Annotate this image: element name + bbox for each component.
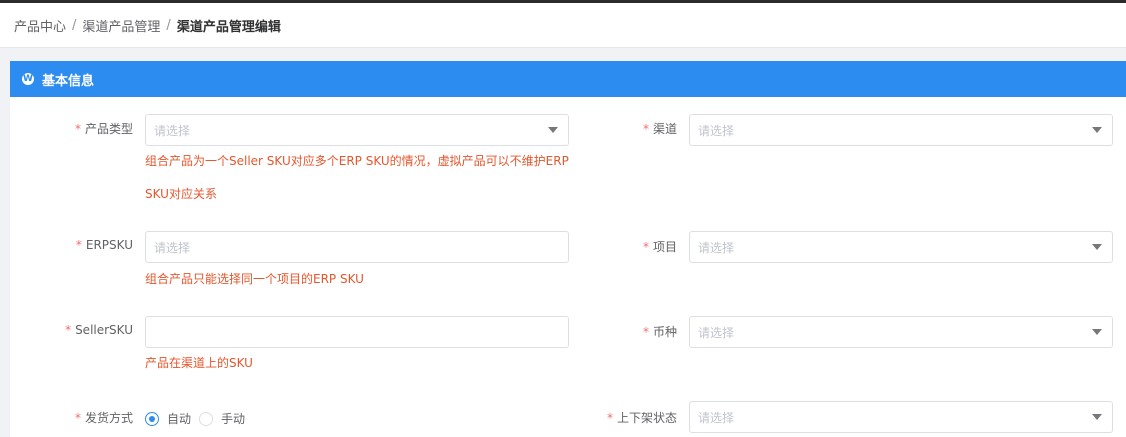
sellersku-label: * SellerSKU: [50, 323, 133, 337]
panel-title: 基本信息: [42, 73, 95, 89]
breadcrumb-separator: /: [166, 17, 171, 33]
chevron-down-icon: [1092, 414, 1102, 420]
project-label-text: 项目: [652, 240, 677, 254]
erpsku-select[interactable]: 请选择: [145, 231, 569, 263]
sellersku-hint: 产品在渠道上的SKU: [145, 356, 253, 370]
breadcrumb-separator: /: [72, 17, 77, 33]
product-type-label: * 产品类型: [70, 120, 133, 137]
required-mark: *: [642, 325, 649, 339]
panel-header: W 基本信息: [10, 61, 1126, 97]
required-mark: *: [74, 122, 81, 136]
radio-unchecked-icon[interactable]: [199, 411, 213, 426]
product-type-select[interactable]: 请选择: [145, 114, 569, 146]
erpsku-label: * ERPSKU: [50, 238, 133, 252]
erpsku-hint: 组合产品只能选择同一个项目的ERP SKU: [145, 272, 364, 286]
required-mark: *: [606, 411, 613, 425]
chevron-down-icon: [548, 127, 558, 133]
project-select[interactable]: 请选择: [689, 231, 1113, 263]
currency-placeholder: 请选择: [698, 325, 735, 340]
shipping-label-text: 发货方式: [84, 411, 133, 425]
listing-status-select[interactable]: 请选择: [689, 401, 1113, 433]
product-type-label-text: 产品类型: [84, 122, 133, 136]
shipping-label: * 发货方式: [50, 409, 133, 426]
channel-select[interactable]: 请选择: [689, 114, 1113, 146]
listing-status-label-text: 上下架状态: [616, 411, 677, 425]
project-placeholder: 请选择: [698, 240, 735, 255]
required-mark: *: [642, 122, 649, 136]
breadcrumb-item-current: 渠道产品管理编辑: [176, 19, 281, 35]
breadcrumb: 产品中心 / 渠道产品管理 / 渠道产品管理编辑: [0, 3, 1126, 48]
required-mark: *: [75, 238, 82, 252]
product-type-hint-line1: 组合产品为一个Seller SKU对应多个ERP SKU的情况，虚拟产品可以不维…: [145, 154, 569, 168]
shipping-option-auto[interactable]: 自动: [145, 410, 191, 427]
basic-info-panel: W 基本信息 * 产品类型 请选择 组合产品为一个Seller SKU对应多个ER…: [10, 61, 1126, 437]
shipping-option-auto-label: 自动: [167, 412, 192, 426]
sellersku-label-text: SellerSKU: [75, 323, 133, 337]
required-mark: *: [642, 240, 649, 254]
shipping-option-manual-label: 手动: [221, 412, 246, 426]
erpsku-placeholder: 请选择: [154, 240, 191, 255]
radio-checked-icon[interactable]: [145, 411, 159, 426]
required-mark: *: [74, 411, 81, 425]
currency-label-text: 币种: [652, 325, 677, 339]
erpsku-label-text: ERPSKU: [85, 238, 133, 252]
channel-placeholder: 请选择: [698, 123, 735, 138]
breadcrumb-item-product-center[interactable]: 产品中心: [14, 16, 66, 35]
project-label: * 项目: [610, 238, 677, 255]
currency-label: * 币种: [610, 323, 677, 340]
sellersku-input[interactable]: [145, 316, 569, 348]
listing-status-label: * 上下架状态: [590, 409, 677, 426]
required-mark: *: [65, 323, 72, 337]
breadcrumb-item-channel-product-mgmt[interactable]: 渠道产品管理: [82, 16, 160, 35]
product-type-placeholder: 请选择: [154, 123, 191, 138]
wordpress-icon: W: [22, 73, 34, 85]
listing-status-placeholder: 请选择: [698, 410, 735, 425]
currency-select[interactable]: 请选择: [689, 316, 1113, 348]
chevron-down-icon: [1092, 329, 1102, 335]
chevron-down-icon: [1092, 244, 1102, 250]
chevron-down-icon: [1092, 127, 1102, 133]
product-type-hint-line2: SKU对应关系: [145, 187, 217, 201]
channel-label: * 渠道: [610, 120, 677, 137]
channel-label-text: 渠道: [652, 122, 677, 136]
shipping-option-manual[interactable]: 手动: [199, 410, 245, 427]
